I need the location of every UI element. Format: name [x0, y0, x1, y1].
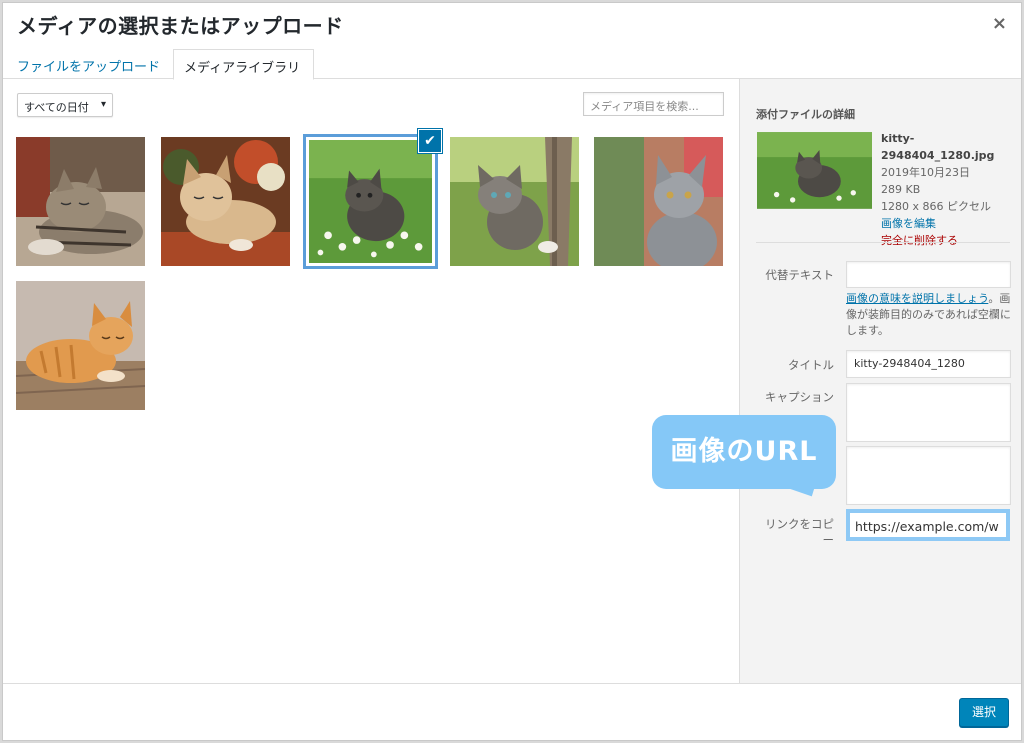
selected-check-icon[interactable]: ✔	[418, 129, 442, 153]
sleeping-tabby-kitten-image	[16, 137, 145, 266]
copy-link-input[interactable]: https://example.com/w	[846, 509, 1010, 541]
attachment-details-heading: 添付ファイルの詳細	[756, 108, 855, 121]
date-filter-select[interactable]: すべての日付 ▾	[17, 93, 113, 117]
select-button[interactable]: 選択	[959, 698, 1009, 727]
media-thumbnail-sleeping-tabby-kitten[interactable]	[16, 137, 145, 266]
attachment-details-sidebar: 添付ファイルの詳細 kitty-2948404_1280.jpg 2019年10…	[739, 79, 1021, 683]
attachment-preview	[757, 132, 872, 209]
edit-image-link[interactable]: 画像を編集	[881, 215, 1021, 232]
annotation-bubble: 画像のURL	[652, 415, 836, 489]
media-thumbnail-orange-tabby[interactable]	[16, 281, 145, 410]
orange-tabby-image	[16, 281, 145, 410]
modal-footer: 選択	[3, 683, 1021, 740]
tab-upload-files[interactable]: ファイルをアップロード	[7, 49, 170, 80]
alt-text-input[interactable]	[846, 261, 1011, 288]
media-search-input[interactable]: メディア項目を検索...	[583, 92, 724, 116]
attachment-date: 2019年10月23日	[881, 166, 970, 179]
kitten-in-grass-preview-image	[757, 132, 872, 209]
media-thumbnail-kitten-in-grass-selected[interactable]	[303, 134, 438, 269]
grey-cat-image	[594, 137, 723, 266]
media-thumbnail-kitten-on-tree[interactable]	[450, 137, 579, 266]
media-thumbnail-grey-cat[interactable]	[594, 137, 723, 266]
tab-media-library[interactable]: メディアライブラリ	[173, 49, 314, 80]
alt-text-help-link[interactable]: 画像の意味を説明しましょう	[846, 292, 988, 305]
attachment-filesize: 289 KB	[881, 183, 921, 196]
modal-title: メディアの選択またはアップロード	[17, 14, 344, 38]
attachment-info: kitty-2948404_1280.jpg 2019年10月23日 289 K…	[881, 130, 1021, 249]
description-textarea[interactable]	[846, 446, 1011, 505]
attachment-dimensions: 1280 x 866 ピクセル	[881, 200, 991, 213]
copy-link-label: リンクをコピー	[765, 517, 834, 547]
alt-text-label: 代替テキスト	[765, 268, 834, 282]
close-icon[interactable]: ×	[992, 13, 1007, 34]
caption-label: キャプション	[765, 390, 834, 404]
title-input[interactable]: kitty-2948404_1280	[846, 350, 1011, 378]
delete-permanently-link[interactable]: 完全に削除する	[881, 232, 1021, 249]
date-filter-label: すべての日付	[24, 101, 89, 114]
tab-bar: ファイルをアップロード メディアライブラリ	[3, 45, 1021, 80]
kitten-on-tree-image	[450, 137, 579, 266]
kitten-in-pot-image	[161, 137, 290, 266]
media-modal: メディアの選択またはアップロード × ファイルをアップロード メディアライブラリ…	[2, 2, 1022, 741]
caption-textarea[interactable]	[846, 383, 1011, 442]
alt-text-help: 画像の意味を説明しましょう。画像が装飾目的のみであれば空欄にします。	[846, 291, 1014, 339]
media-thumbnail-kitten-in-pot[interactable]	[161, 137, 290, 266]
attachment-filename: kitty-2948404_1280.jpg	[881, 132, 995, 162]
dropdown-arrow-icon: ▾	[100, 99, 106, 110]
media-browser: すべての日付 ▾ メディア項目を検索... ✔	[3, 79, 738, 683]
kitten-in-grass-image	[309, 140, 432, 263]
sidebar-divider	[756, 242, 1010, 243]
title-label: タイトル	[788, 358, 834, 372]
